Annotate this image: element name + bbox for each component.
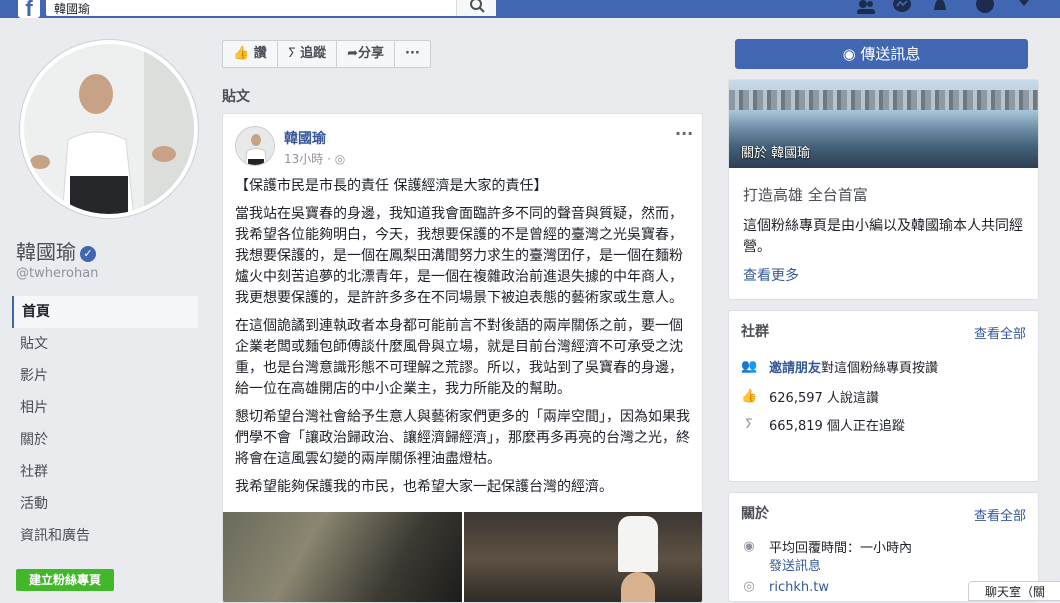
community-title[interactable]: 社群 xyxy=(741,321,769,341)
page-nav: 首頁 貼文 影片 相片 關於 社群 活動 資訊和廣告 xyxy=(12,296,198,552)
follow-button[interactable]: ⵢ 追蹤 xyxy=(278,41,338,67)
nav-item-about[interactable]: 關於 xyxy=(12,424,198,456)
globe-icon: ◎ xyxy=(743,579,755,594)
share-button[interactable]: ➦分享 xyxy=(337,41,396,67)
post-paragraph: 【保護市民是市長的責任 保護經濟是大家的責任】 xyxy=(235,178,548,194)
see-more-link[interactable]: 查看更多 xyxy=(743,265,799,285)
post-options-button[interactable]: ··· xyxy=(675,124,693,143)
nav-item-videos[interactable]: 影片 xyxy=(12,360,198,392)
about-description: 這個粉絲專頁是由小編以及韓國瑜本人共同經營。 xyxy=(743,218,1023,255)
messenger-icon[interactable] xyxy=(892,0,912,14)
send-message-button[interactable]: ◉ 傳送訊息 xyxy=(735,39,1028,69)
messenger-bubble-icon: ◉ xyxy=(842,45,861,63)
rss-icon: ⵢ xyxy=(287,46,301,61)
more-actions-button[interactable]: ··· xyxy=(395,41,430,67)
search-value: 韓國瑜 xyxy=(54,2,91,16)
post-timestamp[interactable]: 13小時 · ◎ xyxy=(284,150,345,167)
response-time: 平均回覆時間：一小時內 xyxy=(769,541,913,556)
invite-friends-icon: 👥 xyxy=(741,358,758,374)
send-message-label: 傳送訊息 xyxy=(860,45,921,63)
messenger-icon: ◉ xyxy=(743,538,755,554)
account-menu-chevron-icon[interactable] xyxy=(1014,0,1034,14)
search-input[interactable]: 韓國瑜 xyxy=(46,0,456,16)
response-time-row: ◉ 平均回覆時間：一小時內 xyxy=(741,537,913,557)
post-paragraph: 懇切希望台灣社會給予生意人與藝術家們更多的「兩岸空間」，因為如果我們學不會「讓政… xyxy=(235,409,690,467)
chef-hat-shape xyxy=(618,516,658,572)
facebook-logo[interactable]: f xyxy=(18,0,40,18)
followers-count: 665,819 個人正在追蹤 xyxy=(769,419,905,434)
about-card: 關於 韓國瑜 打造高雄 全台首富 這個粉絲專頁是由小編以及韓國瑜本人共同經營。 … xyxy=(728,79,1039,300)
like-label: 讚 xyxy=(253,46,267,61)
share-label: 分享 xyxy=(358,46,385,61)
chef-face-shape xyxy=(621,572,655,602)
verified-badge-icon: ✓ xyxy=(80,245,96,262)
follow-label: 追蹤 xyxy=(300,46,327,61)
page-name[interactable]: 韓國瑜 ✓ xyxy=(16,236,96,265)
invite-friends-text: 對這個粉絲專頁按讚 xyxy=(821,361,939,376)
notifications-icon[interactable] xyxy=(930,0,950,14)
send-message-row: 發送訊息 xyxy=(769,555,821,574)
followers-row: ⵢ 665,819 個人正在追蹤 xyxy=(741,415,905,435)
post-time-text: 13小時 · xyxy=(284,152,335,166)
post-photo-2[interactable] xyxy=(464,512,702,602)
post-paragraph: 當我站在吳寶春的身邊，我知道我會面臨許多不同的聲音與質疑，然而，我希望各位能夠明… xyxy=(235,206,683,306)
post-text: 【保護市民是市長的責任 保護經濟是大家的責任】 當我站在吳寶春的身邊，我知道我會… xyxy=(235,176,695,505)
community-card: 社群 查看全部 👥 邀請朋友 對這個粉絲專頁按讚 👍 626,597 人說這讚 … xyxy=(728,310,1039,482)
post-author-name[interactable]: 韓國瑜 xyxy=(284,128,326,148)
community-see-all-link[interactable]: 查看全部 xyxy=(974,323,1026,342)
website-row: ◎ richkh.tw xyxy=(741,579,829,595)
invite-friends-link[interactable]: 邀請朋友 xyxy=(769,357,821,376)
share-arrow-icon: ➦ xyxy=(347,46,359,61)
profile-photo xyxy=(24,44,194,214)
profile-picture[interactable] xyxy=(20,40,198,218)
send-message-link[interactable]: 發送訊息 xyxy=(769,555,821,574)
thumbs-up-icon: 👍 xyxy=(233,46,254,61)
website-link[interactable]: richkh.tw xyxy=(769,580,829,595)
post-paragraph: 在這個詭譎到連執政者本身都可能前言不對後語的兩岸關係之前，要一個企業老闆或麵包師… xyxy=(235,318,683,397)
invite-friends-row: 👥 邀請朋友 對這個粉絲專頁按讚 xyxy=(741,357,939,377)
top-navbar: f 韓國瑜 xyxy=(0,0,1060,18)
posts-section-title: 貼文 xyxy=(222,89,250,105)
nav-item-photos[interactable]: 相片 xyxy=(12,392,198,424)
help-icon[interactable] xyxy=(975,0,995,14)
page-handle[interactable]: @twherohan xyxy=(16,266,98,281)
friends-icon[interactable] xyxy=(856,0,876,14)
thumbs-up-icon: 👍 xyxy=(741,388,758,404)
about-slogan: 打造高雄 全台首富 xyxy=(743,186,868,204)
likes-row: 👍 626,597 人說這讚 xyxy=(741,387,879,407)
globe-icon: ◎ xyxy=(334,152,346,166)
cover-skyline xyxy=(729,90,1038,110)
post-card: 韓國瑜 13小時 · ◎ ··· 【保護市民是市長的責任 保護經濟是大家的責任】… xyxy=(222,113,703,603)
post-author-avatar[interactable] xyxy=(235,126,275,166)
left-sidebar: 韓國瑜 ✓ @twherohan 首頁 貼文 影片 相片 關於 社群 活動 資訊和… xyxy=(0,18,210,596)
likes-count: 626,597 人說這讚 xyxy=(769,391,879,406)
like-button[interactable]: 👍 讚 xyxy=(223,41,278,67)
rss-icon: ⵢ xyxy=(744,416,754,432)
chat-popup[interactable]: 聊天室（關 xyxy=(968,581,1060,601)
about-see-all-link[interactable]: 查看全部 xyxy=(974,505,1026,524)
post-author-photo xyxy=(236,127,274,165)
post-photo-1[interactable] xyxy=(223,512,462,602)
nav-item-info-ads[interactable]: 資訊和廣告 xyxy=(12,520,198,552)
search-icon xyxy=(470,0,485,13)
page-action-bar: 👍 讚 ⵢ 追蹤 ➦分享 ··· xyxy=(222,40,431,68)
cover-label[interactable]: 關於 韓國瑜 xyxy=(741,142,810,161)
nav-item-posts[interactable]: 貼文 xyxy=(12,328,198,360)
nav-item-home[interactable]: 首頁 xyxy=(12,296,198,328)
post-paragraph: 我希望能夠保護我的市民，也希望大家一起保護台灣的經濟。 xyxy=(235,479,613,495)
nav-item-events[interactable]: 活動 xyxy=(12,488,198,520)
nav-item-community[interactable]: 社群 xyxy=(12,456,198,488)
page-name-text: 韓國瑜 xyxy=(16,240,76,264)
about-info-title[interactable]: 關於 xyxy=(741,503,769,523)
create-page-button[interactable]: 建立粉絲專頁 xyxy=(16,569,114,591)
search-button[interactable] xyxy=(456,0,496,16)
